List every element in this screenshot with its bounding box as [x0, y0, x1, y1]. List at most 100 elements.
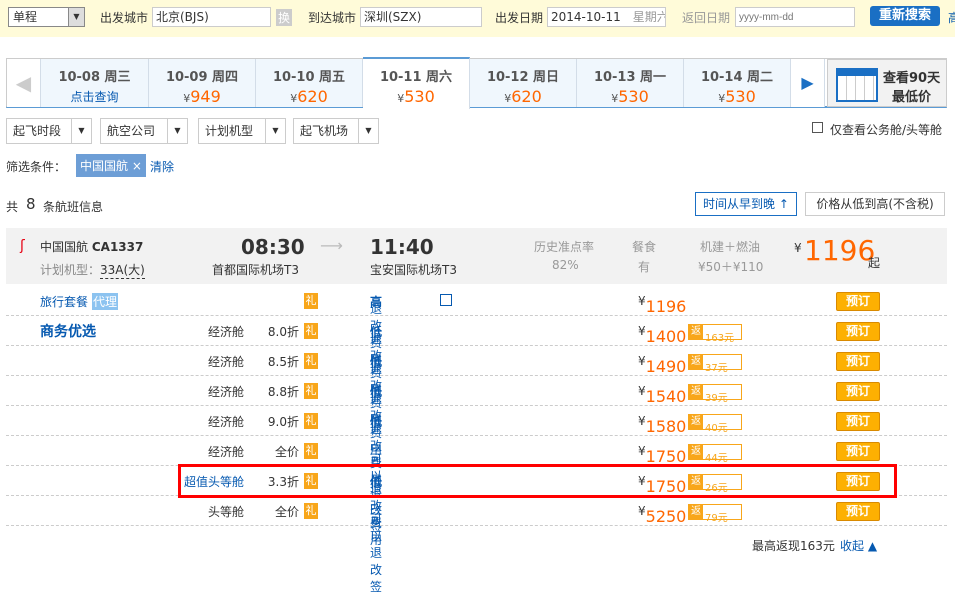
fare-label[interactable]: 旅行套餐 — [40, 293, 88, 310]
flight-header: ʃ 中国国航 CA1337 计划机型： 33A(大) 08:30 首都国际机场T… — [6, 228, 947, 284]
rebate-prefix: 返 — [689, 505, 703, 519]
airline-name: 中国国航 — [40, 240, 89, 254]
advanced-link[interactable]: 高 — [948, 9, 955, 26]
currency-symbol: ¥ — [638, 414, 646, 428]
caret-up-icon: ▲ — [867, 539, 878, 553]
fare-price: 1196 — [645, 297, 687, 316]
rebate-prefix: 返 — [689, 355, 703, 369]
book-button[interactable]: 预订 — [836, 502, 880, 521]
cabin-class: 经济舱 — [207, 385, 244, 399]
query-link[interactable]: 点击查询 — [41, 88, 148, 105]
search-button[interactable]: 重新搜索 — [870, 6, 940, 26]
date-price: 530 — [618, 87, 649, 106]
calendar-90-button[interactable]: 查看90天 最低价 — [827, 59, 947, 107]
flight-number: CA1337 — [91, 240, 144, 254]
date-label: 10-12 周日 — [486, 70, 560, 85]
collapse-link[interactable]: 收起 ▲ — [840, 537, 877, 554]
gift-icon[interactable]: 礼 — [304, 503, 318, 519]
chevron-down-icon: ▼ — [167, 119, 187, 143]
highlight-box — [178, 464, 897, 498]
sort-price-button[interactable]: 价格从低到高(不含税) — [805, 192, 945, 216]
date-tab[interactable]: 10-14 周二 ¥530 — [684, 59, 791, 107]
filter-dropdown-label: 起飞时段 — [13, 124, 62, 138]
date-tab[interactable]: 10-12 周日 ¥620 — [470, 59, 577, 107]
flight-count: 8 — [26, 195, 36, 213]
refund-link[interactable]: 退改费用低 — [370, 413, 382, 487]
rebate-badge: 返 163元 — [688, 324, 742, 344]
date-tab[interactable]: 10-09 周四 ¥949 — [149, 59, 256, 107]
from-city-input[interactable]: 北京(BJS) — [152, 7, 271, 27]
trip-type-select[interactable]: 单程 ▼ — [8, 7, 85, 27]
depart-label: 出发日期 — [495, 11, 544, 25]
refund-link[interactable]: 退改费用低 — [370, 323, 382, 397]
gift-icon[interactable]: 礼 — [304, 353, 318, 369]
meal-label: 餐食 — [632, 240, 657, 254]
gift-icon[interactable]: 礼 — [304, 413, 318, 429]
chevron-down-icon: ▼ — [265, 119, 285, 143]
filter-dropdown[interactable]: 航空公司 ▼ — [100, 118, 188, 144]
book-button[interactable]: 预订 — [836, 442, 880, 461]
cabin-class: 经济舱 — [207, 415, 244, 429]
refund-link[interactable]: 退改费用低 — [370, 383, 382, 457]
aircraft-model[interactable]: 33A(大) — [100, 261, 145, 279]
rebate-amount: 79元 — [705, 513, 728, 524]
depart-date-input[interactable]: 2014-10-11 星期六 — [547, 7, 666, 27]
book-button[interactable]: 预订 — [836, 292, 880, 311]
filter-dropdown-label: 计划机型 — [205, 124, 254, 138]
date-tab[interactable]: 10-13 周一 ¥530 — [577, 59, 684, 107]
gift-icon[interactable]: 礼 — [304, 293, 318, 309]
rebate-badge: 返 40元 — [688, 414, 742, 434]
date-label: 10-11 周六 — [379, 70, 453, 85]
book-button[interactable]: 预订 — [836, 322, 880, 341]
currency-symbol: ¥ — [638, 384, 646, 398]
date-tab[interactable]: 10-11 周六 ¥530 — [363, 57, 470, 109]
to-city-input[interactable]: 深圳(SZX) — [360, 7, 482, 27]
discount: 9.0折 — [267, 415, 299, 429]
chevron-down-icon: ▼ — [71, 119, 91, 143]
fare-price: 1400 — [645, 327, 687, 346]
prev-arrow-icon[interactable]: ◀ — [7, 59, 41, 107]
book-button[interactable]: 预订 — [836, 412, 880, 431]
refund-link[interactable]: 退改费用高 — [370, 293, 382, 367]
close-icon[interactable]: × — [132, 159, 142, 173]
return-date-input[interactable] — [735, 7, 855, 27]
from-label: 出发城市 — [100, 11, 149, 25]
currency-symbol: ¥ — [638, 324, 646, 338]
gift-icon[interactable]: 礼 — [304, 383, 318, 399]
swap-button[interactable]: 换 — [276, 9, 293, 26]
calendar-line2: 最低价 — [892, 90, 932, 105]
refund-text: 可以退改签 — [370, 512, 383, 594]
count-prefix: 共 — [6, 200, 19, 214]
date-tab[interactable]: 10-10 周五 ¥620 — [256, 59, 363, 107]
fare-price: 1540 — [645, 387, 687, 406]
filter-dropdown[interactable]: 计划机型 ▼ — [198, 118, 286, 144]
filter-dropdown[interactable]: 起飞机场 ▼ — [293, 118, 379, 144]
info-icon[interactable] — [440, 294, 452, 306]
filter-tag[interactable]: 中国国航 × — [76, 154, 146, 177]
tax-label: 机建＋燃油 — [700, 240, 761, 254]
next-arrow-icon[interactable]: ▶ — [791, 59, 825, 107]
cabin-class: 经济舱 — [207, 445, 244, 459]
date-price: 530 — [725, 87, 756, 106]
price-suffix: 起 — [868, 256, 881, 270]
fare-row: 经济舱 9.0折礼退改费用低 ¥1580 返 40元 预订 — [6, 406, 947, 487]
filter-dropdown[interactable]: 起飞时段 ▼ — [6, 118, 92, 144]
date-tab[interactable]: 10-08 周三 点击查询 — [41, 59, 149, 107]
return-label: 返回日期 — [682, 11, 731, 25]
search-bar: 单程 ▼ 出发城市 北京(BJS) 换 到达城市 深圳(SZX) 出发日期 201… — [0, 0, 955, 37]
business-only-checkbox[interactable] — [812, 122, 823, 133]
sort-time-button[interactable]: 时间从早到晚 ↑ — [695, 192, 797, 216]
gift-icon[interactable]: 礼 — [304, 443, 318, 459]
fare-label: 商务优选 — [40, 324, 96, 340]
gift-icon[interactable]: 礼 — [304, 323, 318, 339]
arrival-airport: 宝安国际机场T3 — [370, 263, 457, 277]
calendar-line1: 查看90天 — [883, 71, 941, 86]
clear-filter-link[interactable]: 清除 — [150, 158, 174, 175]
book-button[interactable]: 预订 — [836, 382, 880, 401]
max-rebate: 最高返现163元 — [752, 539, 835, 553]
refund-link[interactable]: 退改费用低 — [370, 353, 382, 427]
agent-badge: 代理 — [92, 293, 119, 310]
book-button[interactable]: 预订 — [836, 352, 880, 371]
discount: 8.0折 — [267, 325, 299, 339]
rebate-badge: 返 37元 — [688, 354, 742, 374]
